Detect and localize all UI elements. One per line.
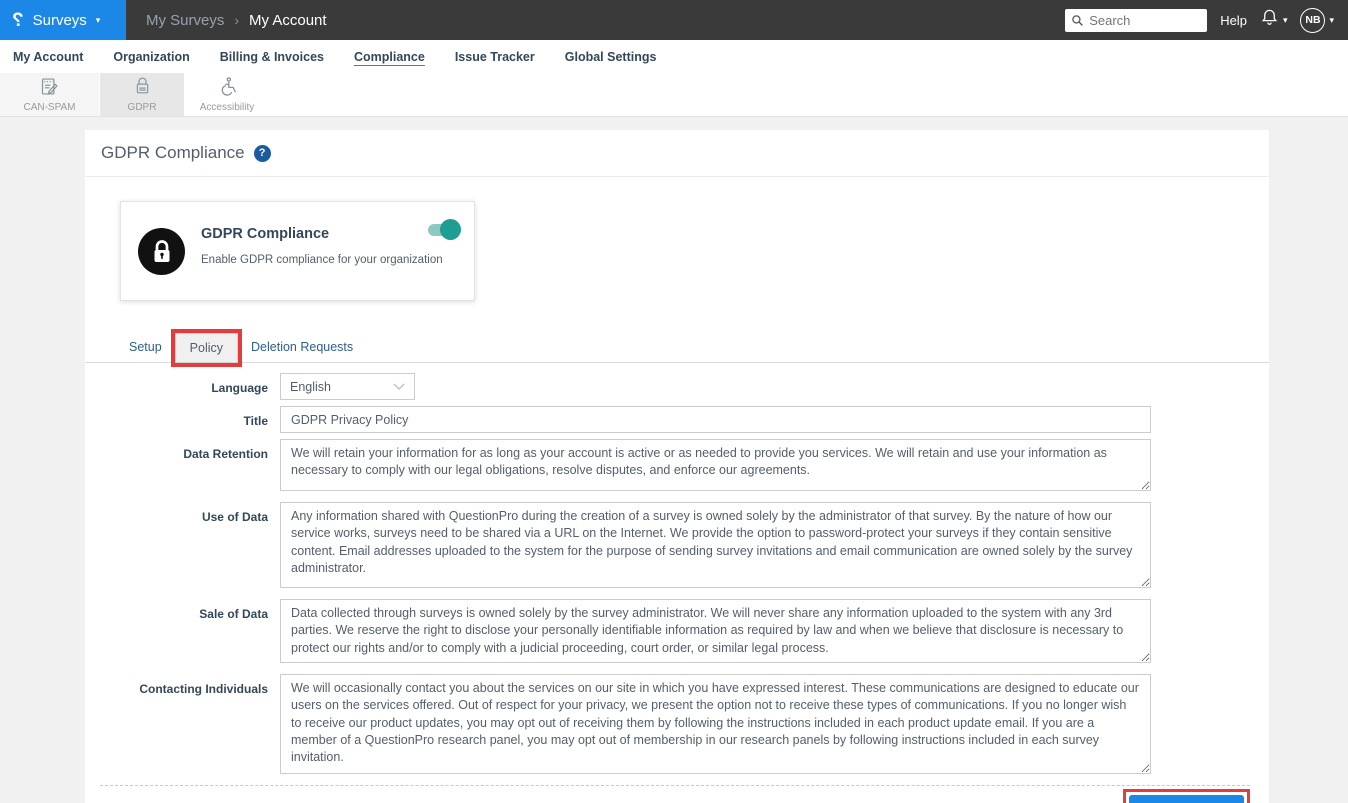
avatar: NB: [1300, 8, 1325, 33]
language-value: English: [290, 380, 331, 394]
breadcrumb-current: My Account: [249, 12, 327, 29]
sale-of-data-label: Sale of Data: [85, 599, 280, 668]
lock-icon: [138, 228, 185, 275]
tab-setup[interactable]: Setup: [127, 332, 164, 362]
notifications-menu[interactable]: ▾: [1260, 8, 1288, 32]
use-of-data-label: Use of Data: [85, 502, 280, 593]
chevron-down-icon: ▾: [1283, 16, 1288, 25]
card-subtitle: Enable GDPR compliance for your organiza…: [201, 254, 456, 266]
data-retention-label: Data Retention: [85, 439, 280, 496]
search-box: [1065, 9, 1207, 32]
search-input[interactable]: [1065, 9, 1207, 32]
help-link[interactable]: Help: [1220, 13, 1247, 28]
save-changes-button[interactable]: Save Changes: [1129, 795, 1244, 803]
subtab-label: CAN-SPAM: [23, 102, 75, 113]
card-title: GDPR Compliance: [201, 226, 456, 242]
questionpro-logo-icon: ?: [12, 11, 24, 30]
tab-deletion-requests[interactable]: Deletion Requests: [249, 332, 355, 362]
policy-form: Language English Title Data Retention We…: [85, 373, 1269, 779]
policy-tab-bar: Setup Policy Deletion Requests: [85, 329, 1269, 363]
subtab-label: GDPR: [128, 102, 157, 113]
sale-of-data-textarea[interactable]: Data collected through surveys is owned …: [280, 599, 1151, 663]
annotation-highlight-save: Save Changes: [1123, 789, 1250, 803]
breadcrumb-parent[interactable]: My Surveys: [146, 12, 224, 29]
top-navbar: ? Surveys ▾ My Surveys › My Account Help…: [0, 0, 1348, 40]
subtab-label: Accessibility: [200, 102, 254, 113]
product-switcher[interactable]: ? Surveys ▾: [0, 0, 126, 40]
use-of-data-textarea[interactable]: Any information shared with QuestionPro …: [280, 502, 1151, 588]
tab-organization[interactable]: Organization: [113, 50, 189, 64]
search-icon: [1071, 14, 1084, 32]
contacting-individuals-textarea[interactable]: We will occasionally contact you about t…: [280, 674, 1151, 774]
account-nav-tabs: My Account Organization Billing & Invoic…: [0, 40, 1348, 73]
compliance-subtabs: CAN-SPAM GDPR Accessibility: [0, 73, 1348, 117]
gdpr-toggle[interactable]: [428, 224, 458, 236]
data-retention-textarea[interactable]: We will retain your information for as l…: [280, 439, 1151, 491]
bell-icon: [1260, 8, 1279, 32]
gdpr-compliance-card: GDPR Compliance Enable GDPR compliance f…: [120, 201, 475, 301]
tab-my-account[interactable]: My Account: [13, 50, 83, 64]
tab-billing-invoices[interactable]: Billing & Invoices: [220, 50, 324, 64]
tab-global-settings[interactable]: Global Settings: [565, 50, 657, 64]
language-select[interactable]: English: [280, 373, 415, 400]
chevron-down-icon: ▾: [1329, 16, 1334, 25]
tab-policy[interactable]: Policy: [175, 333, 238, 363]
breadcrumb: My Surveys › My Account: [146, 12, 327, 29]
product-name: Surveys: [33, 12, 87, 29]
tab-compliance[interactable]: Compliance: [354, 50, 425, 64]
account-menu[interactable]: NB ▾: [1300, 8, 1334, 33]
padlock-icon: [133, 76, 152, 100]
subtab-gdpr[interactable]: GDPR: [100, 73, 185, 116]
gdpr-compliance-panel: GDPR Compliance ? GDPR Compliance Enable…: [85, 130, 1269, 803]
subtab-accessibility[interactable]: Accessibility: [185, 73, 270, 116]
wheelchair-icon: [217, 76, 238, 100]
chevron-down-icon: ▾: [96, 16, 101, 25]
title-label: Title: [85, 406, 280, 433]
breadcrumb-separator-icon: ›: [234, 12, 239, 28]
help-icon[interactable]: ?: [254, 145, 271, 162]
chevron-down-icon: [393, 383, 405, 391]
title-input[interactable]: [280, 406, 1151, 433]
divider: [100, 785, 1250, 786]
annotation-highlight-policy: Policy: [171, 329, 242, 367]
page-title: GDPR Compliance: [101, 143, 245, 163]
subtab-can-spam[interactable]: CAN-SPAM: [0, 73, 100, 116]
notepad-pencil-icon: [39, 76, 60, 100]
tab-issue-tracker[interactable]: Issue Tracker: [455, 50, 535, 64]
language-label: Language: [85, 373, 280, 400]
contacting-individuals-label: Contacting Individuals: [85, 674, 280, 779]
